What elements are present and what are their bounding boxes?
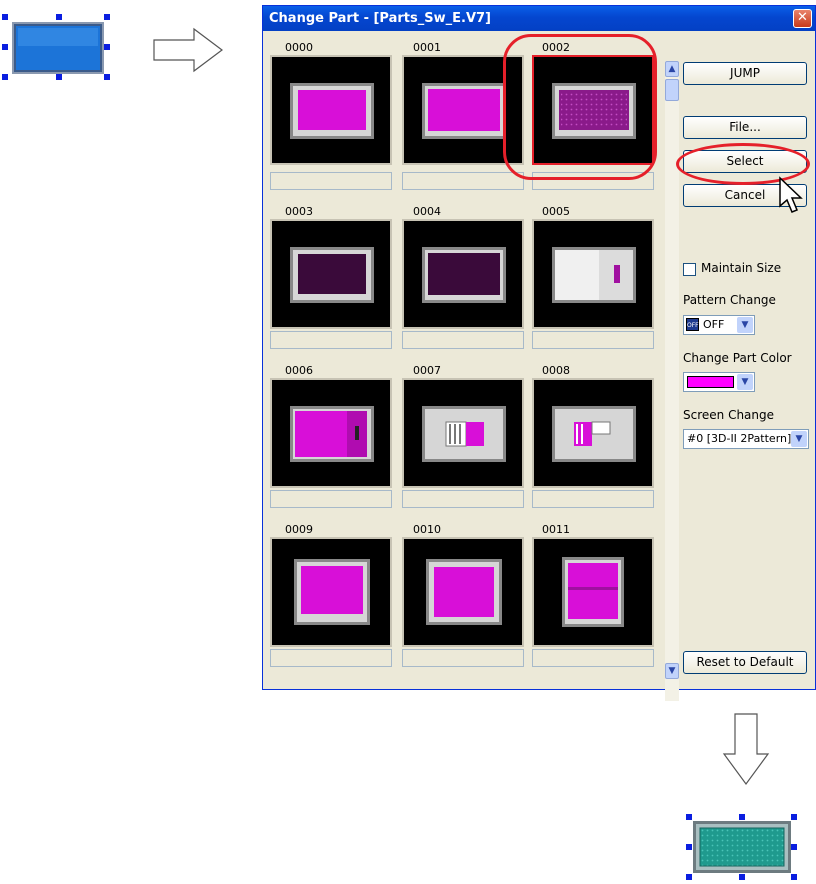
part-name-field [402, 172, 524, 190]
selection-handle[interactable] [104, 74, 110, 80]
part-name-field [532, 649, 654, 667]
selection-handle[interactable] [739, 874, 745, 880]
part-name-field [270, 490, 392, 508]
reset-to-default-button[interactable]: Reset to Default [683, 651, 807, 674]
original-part-preview [2, 14, 110, 80]
maintain-size-label: Maintain Size [701, 261, 782, 275]
part-thumbnail-0003[interactable] [270, 219, 392, 329]
scroll-up-icon[interactable]: ▲ [665, 61, 679, 77]
changed-part-preview [686, 814, 797, 880]
part-id-label: 0009 [285, 523, 313, 536]
part-thumbnail-0009[interactable] [270, 537, 392, 647]
selection-handle[interactable] [56, 14, 62, 20]
dialog-titlebar[interactable]: Change Part - [Parts_Sw_E.V7] ✕ [263, 6, 815, 31]
part-name-field [270, 649, 392, 667]
change-part-color-label: Change Part Color [683, 351, 792, 365]
selection-handle[interactable] [739, 814, 745, 820]
part-id-label: 0008 [542, 364, 570, 377]
part-thumbnail-0000[interactable] [270, 55, 392, 165]
part-thumbnail-0007[interactable] [402, 378, 524, 488]
pattern-change-value: OFF [703, 318, 725, 331]
part-thumbnail-0010[interactable] [402, 537, 524, 647]
part-id-label: 0000 [285, 41, 313, 54]
highlight-ring-part [503, 34, 657, 180]
part-preview-icon [290, 83, 374, 139]
part-id-label: 0011 [542, 523, 570, 536]
part-id-label: 0007 [413, 364, 441, 377]
part-name-field [402, 649, 524, 667]
scroll-down-icon[interactable]: ▼ [665, 663, 679, 679]
part-id-label: 0004 [413, 205, 441, 218]
mouse-pointer-icon [779, 176, 803, 213]
part-thumbnail-0006[interactable] [270, 378, 392, 488]
part-preview-icon [290, 247, 374, 303]
selection-handle[interactable] [2, 14, 8, 20]
off-pattern-icon: OFF [686, 318, 699, 331]
part-preview-icon [294, 559, 370, 625]
part-thumbnail-0011[interactable] [532, 537, 654, 647]
part-id-label: 0005 [542, 205, 570, 218]
color-swatch [687, 376, 734, 388]
part-name-field [532, 490, 654, 508]
change-part-color-dropdown[interactable]: ▼ [683, 372, 755, 392]
selection-handle[interactable] [686, 844, 692, 850]
selection-handle[interactable] [2, 44, 8, 50]
part-thumbnail-0008[interactable] [532, 378, 654, 488]
file-button[interactable]: File... [683, 116, 807, 139]
screen-change-value: #0 [3D-II 2Pattern] [687, 432, 792, 445]
part-preview-icon [290, 406, 374, 462]
selection-handle[interactable] [686, 814, 692, 820]
selection-handle[interactable] [56, 74, 62, 80]
chevron-down-icon[interactable]: ▼ [791, 431, 807, 447]
part-name-field [402, 331, 524, 349]
selection-handle[interactable] [791, 814, 797, 820]
screen-change-label: Screen Change [683, 408, 775, 422]
green-switch-icon [693, 821, 791, 873]
part-preview-icon [562, 557, 624, 627]
part-thumbnail-0005[interactable] [532, 219, 654, 329]
blue-switch-icon [12, 22, 104, 74]
part-thumbnail-0004[interactable] [402, 219, 524, 329]
part-id-label: 0006 [285, 364, 313, 377]
part-preview-icon [422, 406, 506, 462]
scroll-thumb[interactable] [665, 79, 679, 101]
jump-button[interactable]: JUMP [683, 62, 807, 85]
part-preview-icon [422, 247, 506, 303]
chevron-down-icon[interactable]: ▼ [737, 374, 753, 390]
arrow-down-icon [722, 713, 770, 786]
dialog-title: Change Part - [Parts_Sw_E.V7] [269, 11, 491, 26]
part-preview-icon [426, 559, 502, 625]
part-name-field [532, 331, 654, 349]
part-id-label: 0001 [413, 41, 441, 54]
part-preview-icon [552, 406, 636, 462]
arrow-right-icon [153, 27, 223, 73]
close-button[interactable]: ✕ [793, 9, 812, 28]
selection-handle[interactable] [791, 844, 797, 850]
parts-scrollbar[interactable]: ▲ ▼ [665, 61, 679, 701]
part-id-label: 0003 [285, 205, 313, 218]
part-id-label: 0010 [413, 523, 441, 536]
screen-change-dropdown[interactable]: #0 [3D-II 2Pattern] ▼ [683, 429, 809, 449]
pattern-change-label: Pattern Change [683, 293, 776, 307]
selection-handle[interactable] [104, 44, 110, 50]
selection-handle[interactable] [686, 874, 692, 880]
selection-handle[interactable] [791, 874, 797, 880]
part-name-field [270, 331, 392, 349]
selection-handle[interactable] [2, 74, 8, 80]
chevron-down-icon[interactable]: ▼ [737, 317, 753, 333]
part-name-field [402, 490, 524, 508]
part-preview-icon [552, 247, 636, 303]
part-name-field [270, 172, 392, 190]
selection-handle[interactable] [104, 14, 110, 20]
pattern-change-dropdown[interactable]: OFF OFF ▼ [683, 315, 755, 335]
maintain-size-checkbox[interactable] [683, 263, 696, 276]
